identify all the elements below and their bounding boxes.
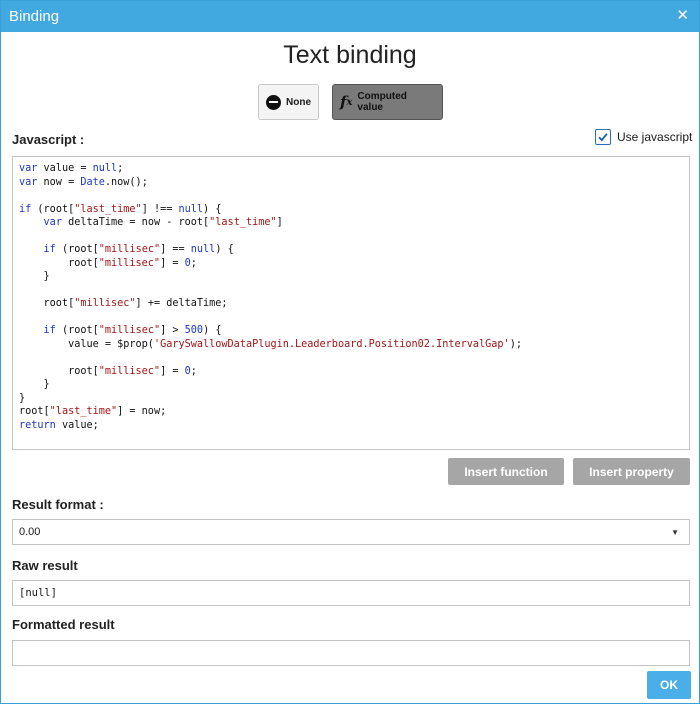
title-bar: Binding ✕ [1,1,699,32]
use-javascript-checkbox[interactable] [595,129,611,145]
javascript-label: Javascript : [12,132,85,147]
ok-button[interactable]: OK [647,671,691,699]
page-title: Text binding [283,41,417,69]
computed-value-button[interactable]: fx Computed value [332,84,443,120]
raw-result-value: [null] [19,587,57,599]
result-format-label: Result format : [12,497,104,512]
raw-result-label: Raw result [12,558,78,573]
insert-function-button[interactable]: Insert function [448,458,564,485]
formatted-result-label: Formatted result [12,617,115,632]
formatted-result-field[interactable] [12,640,690,666]
result-format-value: 0.00 [19,526,41,538]
chevron-down-icon: ▼ [671,528,679,537]
binding-dialog: Binding ✕ Text binding None fx Computed … [0,0,700,704]
javascript-editor[interactable]: var value = null; var now = Date.now(); … [12,156,690,450]
raw-result-field[interactable]: [null] [12,580,690,606]
use-javascript-label: Use javascript [617,130,693,144]
use-javascript-toggle[interactable]: Use javascript [595,129,692,145]
javascript-code: var value = null; var now = Date.now(); … [19,163,522,431]
computed-value-button-label: Computed value [357,91,407,113]
window-title: Binding [9,8,60,25]
function-fx-icon: fx [340,93,353,111]
none-icon [266,94,281,110]
none-button[interactable]: None [258,84,319,120]
checkmark-icon [598,133,608,142]
close-icon[interactable]: ✕ [676,6,689,24]
result-format-select[interactable]: 0.00 ▼ [12,519,690,545]
insert-property-button[interactable]: Insert property [573,458,690,485]
none-button-label: None [286,96,311,108]
